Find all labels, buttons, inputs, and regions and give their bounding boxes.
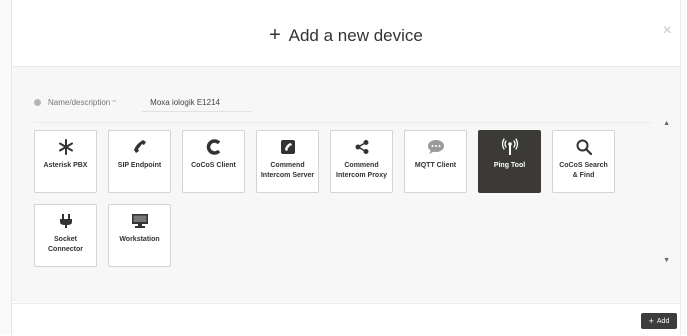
cocos-icon — [183, 138, 244, 156]
device-tile-cocos-client[interactable]: CoCoS Client — [182, 130, 245, 193]
device-tile-label: Commend Intercom Proxy — [336, 162, 387, 179]
device-tile-label: CoCoS Client — [191, 162, 236, 169]
left-panel-edge — [0, 0, 12, 335]
info-icon — [34, 99, 41, 106]
device-tile-label: Socket Connector — [48, 236, 83, 253]
device-tile-label: Ping Tool — [493, 162, 526, 169]
name-field-label: Name/description — [48, 98, 111, 107]
device-tile-sip-endpoint[interactable]: SIP Endpoint — [108, 130, 171, 193]
chat-icon — [405, 138, 466, 156]
scroll-up-arrow[interactable]: ▲ — [663, 120, 670, 127]
plus-icon: + — [648, 316, 654, 326]
device-tile-mqtt-client[interactable]: MQTT Client — [404, 130, 467, 193]
device-tile-commend-intercom-proxy[interactable]: Commend Intercom Proxy — [330, 130, 393, 193]
device-tile-workstation[interactable]: Workstation — [108, 204, 171, 267]
plus-icon: + — [269, 24, 281, 46]
device-tile-socket-connector[interactable]: Socket Connector — [34, 204, 97, 267]
monitor-icon — [109, 212, 170, 230]
close-icon[interactable]: × — [663, 22, 672, 40]
dialog-header: + Add a new device × — [12, 0, 680, 67]
right-panel-edge — [680, 0, 687, 335]
share-icon — [331, 138, 392, 156]
device-tile-label: Commend Intercom Server — [260, 162, 315, 179]
add-button-label: Add — [656, 317, 670, 325]
required-mark: ** — [112, 99, 117, 106]
phone-icon — [109, 138, 170, 156]
device-type-grid: Asterisk PBX SIP Endpoint CoCoS Client C… — [34, 122, 652, 267]
scroll-down-arrow[interactable]: ▼ — [663, 257, 670, 264]
name-field-input[interactable]: Moxa iologik E1214 — [150, 98, 220, 107]
dialog-title: + Add a new device — [12, 24, 680, 47]
device-tile-ping-tool[interactable]: Ping Tool — [478, 130, 541, 193]
device-tile-asterisk-pbx[interactable]: Asterisk PBX — [34, 130, 97, 193]
plug-icon — [35, 212, 96, 230]
dialog-title-text: Add a new device — [288, 26, 423, 45]
device-tile-label: SIP Endpoint — [117, 162, 162, 169]
device-tile-cocos-search-find[interactable]: CoCoS Search & Find — [552, 130, 615, 193]
add-button[interactable]: + Add — [641, 313, 677, 329]
name-field-underline — [142, 111, 252, 112]
device-tile-label: Workstation — [119, 236, 160, 243]
antenna-icon — [479, 138, 540, 156]
dialog-footer: + Add — [12, 303, 680, 336]
search-icon — [553, 138, 614, 156]
asterisk-icon — [35, 138, 96, 156]
intercom-server-icon — [257, 138, 318, 156]
device-tile-commend-intercom-server[interactable]: Commend Intercom Server — [256, 130, 319, 193]
device-tile-label: CoCoS Search & Find — [559, 162, 608, 179]
device-tile-label: Asterisk PBX — [43, 162, 88, 169]
dialog-content: Name/description ** Moxa iologik E1214 A… — [12, 67, 680, 302]
device-tile-label: MQTT Client — [414, 162, 457, 169]
name-field-row: Name/description ** Moxa iologik E1214 — [34, 98, 220, 107]
